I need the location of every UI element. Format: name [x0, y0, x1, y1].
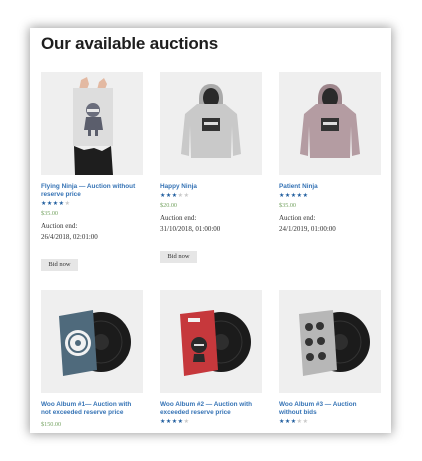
product-title-link[interactable]: Woo Album #3 — Auction without bids [279, 401, 381, 417]
product-card: Woo Album #2 — Auction with exceeded res… [160, 290, 262, 426]
star-rating: ★ ★ ★ ★ ★ [279, 193, 381, 200]
product-title-link[interactable]: Woo Album #1— Auction with not exceeded … [41, 401, 143, 417]
bid-now-button[interactable]: Bid now [160, 251, 197, 263]
star-icon: ★ [183, 193, 189, 199]
auction-end-label: Auction end: [160, 214, 197, 222]
star-icon: ★ [290, 419, 297, 425]
auction-end-date: 26/4/2018, 02:01:00 [41, 233, 98, 241]
auction-end-date: 31/10/2018, 01:00:00 [160, 225, 221, 233]
auction-end-label: Auction end: [41, 222, 78, 230]
product-title-link[interactable]: Woo Album #2 — Auction with exceeded res… [160, 401, 262, 417]
product-image-link[interactable] [160, 290, 262, 393]
auction-end-date: 24/1/2019, 01:00:00 [279, 225, 336, 233]
star-icon: ★ [64, 201, 70, 207]
product-title-link[interactable]: Happy Ninja [160, 183, 262, 191]
star-icon: ★ [160, 193, 166, 199]
product-image-link[interactable] [41, 72, 143, 175]
star-icon: ★ [279, 419, 285, 425]
product-price: $150.00 [41, 421, 62, 428]
star-rating: ★ ★ ★ ★ ★ [160, 419, 262, 426]
star-icon: ★ [296, 419, 303, 425]
star-icon: ★ [58, 201, 65, 207]
page-title: Our available auctions [41, 34, 218, 53]
product-price: $35.00 [41, 210, 59, 217]
star-rating: ★ ★ ★ ★ ★ [279, 419, 381, 426]
star-icon: ★ [160, 419, 166, 425]
star-icon: ★ [46, 201, 53, 207]
product-card: Patient Ninja ★ ★ ★ ★ ★ $35.00 Auction end: … [279, 72, 381, 234]
vinyl-album-icon [160, 290, 262, 393]
star-icon: ★ [41, 201, 47, 207]
product-image-link[interactable] [279, 72, 381, 175]
bid-now-button[interactable]: Bid now [41, 259, 78, 271]
hoodie-icon [279, 72, 381, 175]
star-icon: ★ [302, 419, 308, 425]
product-price: $20.00 [160, 202, 178, 209]
star-icon: ★ [165, 419, 172, 425]
star-icon: ★ [177, 193, 184, 199]
product-card: Woo Album #3 — Auction without bids ★ ★ ★ ★… [279, 290, 381, 426]
star-icon: ★ [165, 193, 172, 199]
star-icon: ★ [171, 193, 178, 199]
auction-end-label: Auction end: [279, 214, 316, 222]
star-icon: ★ [290, 193, 297, 199]
product-image-link[interactable] [41, 290, 143, 393]
product-card: Happy Ninja ★ ★ ★ ★ ★ $20.00 Auction end: 31… [160, 72, 262, 263]
vinyl-album-icon [41, 290, 143, 393]
vinyl-album-icon [279, 290, 381, 393]
star-icon: ★ [279, 193, 285, 199]
star-icon: ★ [177, 419, 184, 425]
hoodie-icon [160, 72, 262, 175]
star-icon: ★ [284, 193, 291, 199]
shop-page: Our available auctions Flying Ninja — Au… [30, 28, 391, 433]
product-image-link[interactable] [160, 72, 262, 175]
product-card: Flying Ninja — Auction without reserve p… [41, 72, 143, 271]
star-icon: ★ [296, 193, 303, 199]
star-icon: ★ [302, 193, 308, 199]
product-title-link[interactable]: Flying Ninja — Auction without reserve p… [41, 183, 143, 199]
product-image-link[interactable] [279, 290, 381, 393]
star-icon: ★ [171, 419, 178, 425]
star-rating: ★ ★ ★ ★ ★ [41, 201, 143, 208]
product-title-link[interactable]: Patient Ninja [279, 183, 381, 191]
star-icon: ★ [284, 419, 291, 425]
product-card: Woo Album #1— Auction with not exceeded … [41, 290, 143, 429]
star-icon: ★ [52, 201, 59, 207]
star-icon: ★ [183, 419, 189, 425]
product-price: $35.00 [279, 202, 297, 209]
poster-icon [41, 72, 143, 175]
star-rating: ★ ★ ★ ★ ★ [160, 193, 262, 200]
